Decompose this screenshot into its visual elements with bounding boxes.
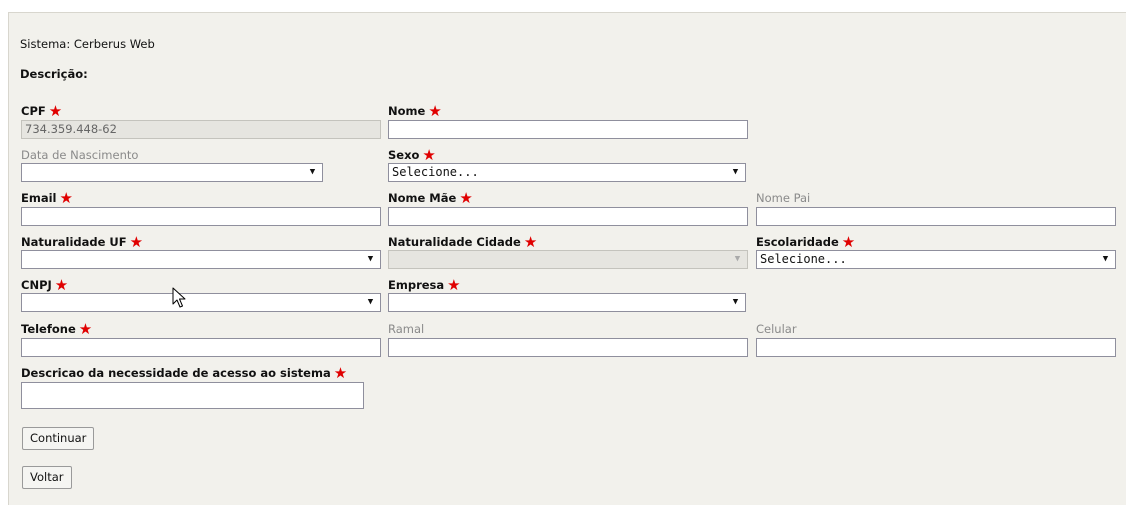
nome-label: Nome ★	[388, 102, 442, 120]
nome-mae-field[interactable]	[388, 207, 748, 226]
naturalidade-uf-select[interactable]: ▼	[21, 250, 381, 269]
required-star-icon: ★	[59, 189, 73, 207]
celular-label: Celular	[756, 322, 797, 336]
escolaridade-value: Selecione...	[760, 252, 847, 266]
cpf-label: CPF ★	[21, 102, 63, 120]
email-label-text: Email	[21, 191, 57, 205]
chevron-down-icon[interactable]: ▼	[728, 251, 747, 268]
chevron-down-icon[interactable]: ▼	[726, 164, 745, 181]
required-star-icon: ★	[54, 276, 69, 294]
required-star-icon: ★	[48, 102, 63, 120]
email-label: Email ★	[21, 189, 73, 207]
nome-field[interactable]	[388, 120, 748, 139]
naturalidade-cidade-select[interactable]: ▼	[388, 250, 748, 269]
naturalidade-uf-label: Naturalidade UF ★	[21, 233, 144, 251]
descricao-label: Descrição:	[20, 67, 88, 81]
nome-label-text: Nome	[388, 104, 426, 118]
cnpj-select[interactable]: ▼	[21, 293, 381, 312]
escolaridade-select[interactable]: Selecione... ▼	[756, 250, 1116, 269]
escolaridade-label-text: Escolaridade	[756, 235, 839, 249]
required-star-icon: ★	[129, 233, 144, 251]
required-star-icon: ★	[78, 320, 93, 338]
sexo-select[interactable]: Selecione... ▼	[388, 163, 746, 182]
descricao-necessidade-textarea[interactable]	[21, 382, 364, 409]
naturalidade-uf-label-text: Naturalidade UF	[21, 235, 127, 249]
empresa-label: Empresa ★	[388, 276, 461, 294]
descricao-necessidade-label-text: Descricao da necessidade de acesso ao si…	[21, 366, 331, 380]
telefone-label-text: Telefone	[21, 322, 76, 336]
naturalidade-cidade-label-text: Naturalidade Cidade	[388, 235, 521, 249]
nome-mae-label: Nome Mãe ★	[388, 189, 473, 207]
chevron-down-icon[interactable]: ▼	[361, 294, 380, 311]
voltar-button[interactable]: Voltar	[22, 466, 72, 489]
data-nascimento-label: Data de Nascimento	[21, 148, 139, 162]
required-star-icon: ★	[523, 233, 538, 251]
empresa-select[interactable]: ▼	[388, 293, 746, 312]
required-star-icon: ★	[459, 189, 473, 207]
escolaridade-label: Escolaridade ★	[756, 233, 856, 251]
nome-pai-field[interactable]	[756, 207, 1116, 226]
ramal-field[interactable]	[388, 338, 748, 357]
sistema-value: Cerberus Web	[73, 37, 155, 51]
ramal-label: Ramal	[388, 322, 425, 336]
data-nascimento-select[interactable]: ▼	[21, 163, 323, 182]
required-star-icon: ★	[447, 276, 461, 294]
chevron-down-icon[interactable]: ▼	[726, 294, 745, 311]
sexo-label-text: Sexo	[388, 148, 420, 162]
nome-mae-label-text: Nome Mãe	[388, 191, 457, 205]
sistema-label: Sistema:	[20, 37, 71, 51]
telefone-field[interactable]	[21, 338, 381, 357]
chevron-down-icon[interactable]: ▼	[1096, 251, 1115, 268]
cnpj-label: CNPJ ★	[21, 276, 69, 294]
mouse-pointer-icon	[172, 287, 186, 308]
descricao-necessidade-label: Descricao da necessidade de acesso ao si…	[21, 364, 348, 382]
cpf-label-text: CPF	[21, 104, 46, 118]
telefone-label: Telefone ★	[21, 320, 93, 338]
sexo-value: Selecione...	[392, 165, 479, 179]
required-star-icon: ★	[428, 102, 442, 120]
cnpj-label-text: CNPJ	[21, 278, 52, 292]
celular-field[interactable]	[756, 338, 1116, 357]
required-star-icon: ★	[841, 233, 856, 251]
email-field[interactable]	[21, 207, 381, 226]
naturalidade-cidade-label: Naturalidade Cidade ★	[388, 233, 538, 251]
sexo-label: Sexo ★	[388, 146, 436, 164]
chevron-down-icon[interactable]: ▼	[361, 251, 380, 268]
continuar-button[interactable]: Continuar	[22, 427, 95, 450]
cpf-field[interactable]: 734.359.448-62	[21, 120, 381, 139]
chevron-down-icon[interactable]: ▼	[303, 164, 322, 181]
empresa-label-text: Empresa	[388, 278, 445, 292]
nome-pai-label: Nome Pai	[756, 191, 811, 205]
sistema-line: Sistema: Cerberus Web	[20, 37, 155, 51]
required-star-icon: ★	[333, 364, 348, 382]
required-star-icon: ★	[422, 146, 436, 164]
